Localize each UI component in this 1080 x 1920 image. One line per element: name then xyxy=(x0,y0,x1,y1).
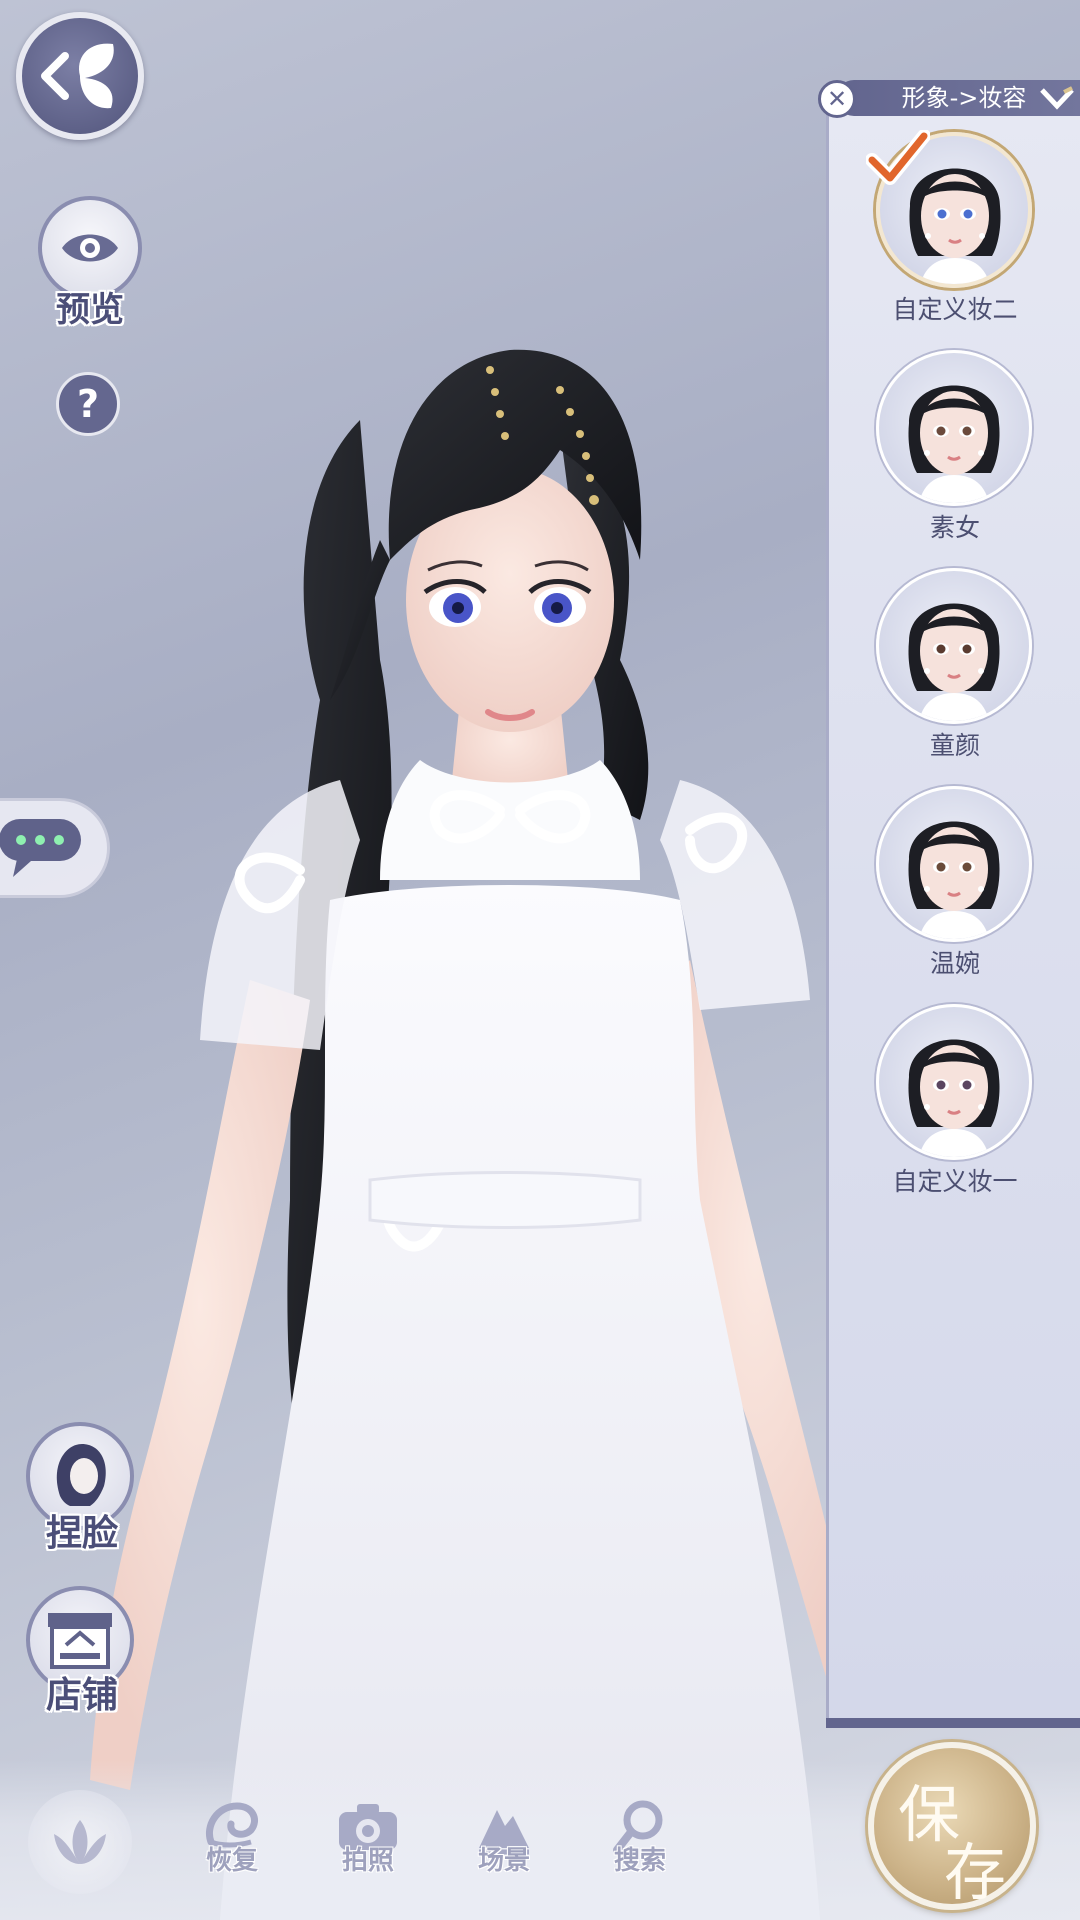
makeup-portrait xyxy=(876,350,1032,506)
panel-close-button[interactable]: ✕ xyxy=(818,80,856,118)
search-button[interactable]: 搜索 xyxy=(590,1796,690,1906)
butterfly-back-icon xyxy=(41,43,114,109)
selected-check-icon xyxy=(866,130,930,185)
portrait-face-icon xyxy=(908,1039,1000,1157)
photo-button[interactable]: 拍照 xyxy=(318,1796,418,1906)
portrait-face-icon xyxy=(908,385,1000,503)
makeup-label: 童颜 xyxy=(929,731,980,760)
makeup-label: 自定义妆一 xyxy=(892,1167,1018,1196)
scene-label: 场景 xyxy=(477,1846,530,1876)
photo-label: 拍照 xyxy=(341,1846,394,1876)
help-button[interactable]: ? xyxy=(56,372,120,436)
save-char-2: 存 xyxy=(944,1836,1007,1909)
search-label: 搜索 xyxy=(613,1846,666,1876)
chat-button[interactable] xyxy=(0,798,110,898)
makeup-portrait xyxy=(876,1004,1032,1160)
preview-label: 预览 xyxy=(56,290,124,330)
scene-button[interactable]: 场景 xyxy=(454,1796,554,1906)
panel-bottom-edge xyxy=(826,1718,1080,1728)
face-edit-label: 捏脸 xyxy=(45,1512,118,1554)
chat-bubble-icon xyxy=(0,819,81,877)
shop-icon xyxy=(48,1613,112,1669)
collapse-chevron-icon[interactable] xyxy=(1040,86,1074,112)
makeup-option[interactable]: 童颜 xyxy=(870,568,1040,768)
makeup-option[interactable]: 素女 xyxy=(870,350,1040,550)
restore-label: 恢复 xyxy=(205,1846,258,1876)
makeup-portrait xyxy=(876,786,1032,942)
makeup-label: 自定义妆二 xyxy=(892,295,1018,324)
portrait-face-icon xyxy=(908,603,1000,721)
save-label[interactable]: 保 存 xyxy=(868,1742,1036,1910)
panel-title: 形象->妆容 xyxy=(901,84,1027,112)
makeup-option[interactable]: 自定义妆一 xyxy=(870,1004,1040,1204)
makeup-portrait xyxy=(876,568,1032,724)
portrait-face-icon xyxy=(908,821,1000,939)
shop-label: 店铺 xyxy=(45,1674,118,1716)
lotus-button[interactable] xyxy=(28,1790,132,1894)
lotus-icon xyxy=(54,1820,106,1864)
makeup-label: 素女 xyxy=(929,513,980,542)
makeup-option[interactable]: 温婉 xyxy=(870,786,1040,986)
eye-icon xyxy=(62,234,118,262)
makeup-label: 温婉 xyxy=(929,949,980,978)
back-button[interactable] xyxy=(16,12,144,140)
restore-button[interactable]: 恢复 xyxy=(182,1796,282,1906)
